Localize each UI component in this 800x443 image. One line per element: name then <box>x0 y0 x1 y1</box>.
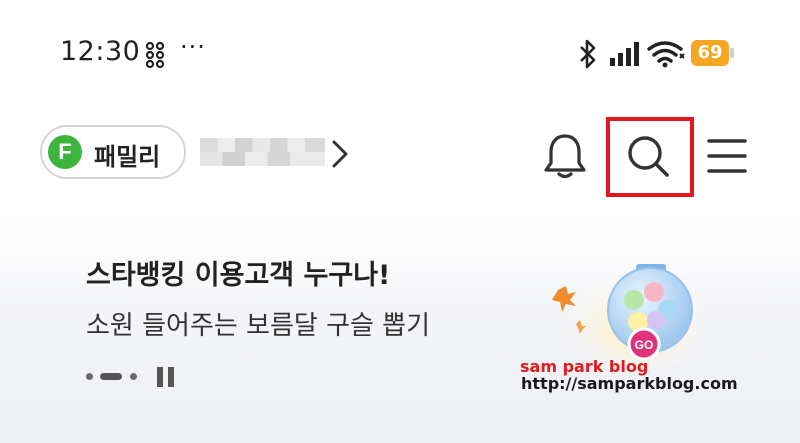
chevron-right-icon[interactable] <box>331 139 349 169</box>
battery-icon: 69 <box>691 40 735 66</box>
bell-icon[interactable] <box>543 132 587 180</box>
more-notifications-icon: ··· <box>180 33 206 61</box>
family-badge-icon: F <box>48 135 82 169</box>
status-bar: 12:30 ··· 69 <box>0 0 800 100</box>
bluetooth-icon <box>580 39 596 69</box>
user-name-blurred[interactable] <box>200 138 325 166</box>
menu-icon[interactable] <box>707 137 747 175</box>
page-dot <box>130 373 137 380</box>
banner-subtitle: 소원 들어주는 보름달 구슬 뽑기 <box>86 311 431 341</box>
wifi-icon <box>647 41 685 68</box>
search-icon[interactable] <box>625 133 671 179</box>
family-label: 패밀리 <box>94 143 161 171</box>
gacha-machine-illustration: GO <box>552 264 700 372</box>
banner-title: 스타뱅킹 이용고객 누구나! <box>86 260 391 291</box>
pause-icon[interactable] <box>155 366 177 388</box>
battery-level: 69 <box>691 40 729 66</box>
page-dot-active <box>100 373 122 380</box>
watermark-blog-url: http://samparkblog.com <box>521 374 738 393</box>
family-membership-button[interactable]: F 패밀리 <box>40 125 186 179</box>
signal-icon <box>610 42 639 66</box>
dice-icon <box>145 41 165 69</box>
page-dot <box>86 373 93 380</box>
battery-cap <box>730 48 734 58</box>
gacha-go-label: GO <box>635 338 654 352</box>
clock-time: 12:30 <box>60 36 141 67</box>
